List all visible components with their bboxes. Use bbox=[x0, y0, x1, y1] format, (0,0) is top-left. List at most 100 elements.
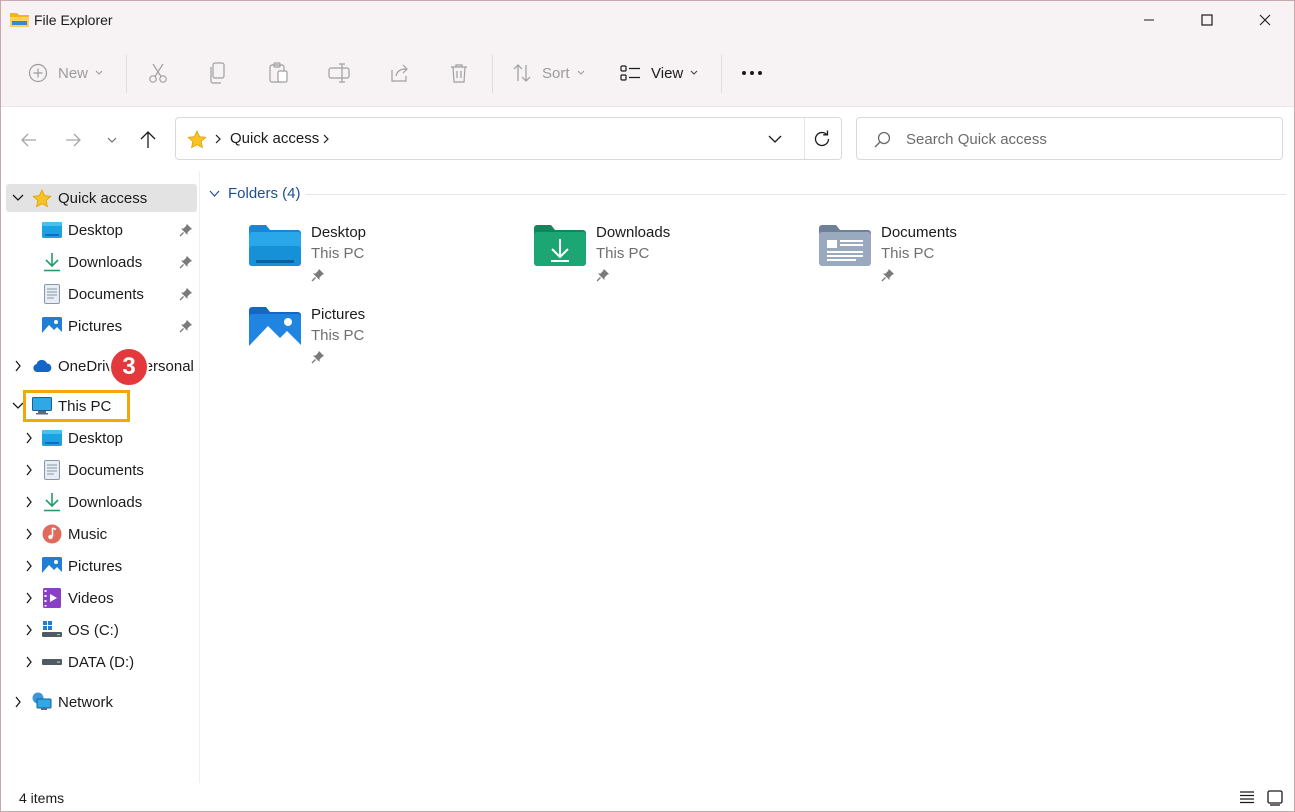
address-divider bbox=[804, 118, 805, 159]
new-button[interactable]: New bbox=[28, 49, 103, 97]
chevron-expanded-icon[interactable] bbox=[12, 192, 24, 204]
search-icon bbox=[874, 131, 891, 151]
folder-name: Documents bbox=[881, 224, 957, 241]
chevron-right-icon[interactable] bbox=[23, 656, 35, 668]
arrow-up-icon bbox=[140, 131, 156, 148]
address-dropdown-icon[interactable] bbox=[768, 132, 782, 149]
desktop-folder-icon bbox=[42, 220, 62, 240]
download-arrow-icon bbox=[42, 252, 62, 272]
sidebar-item-network[interactable]: Network bbox=[6, 688, 197, 716]
pin-icon bbox=[311, 350, 325, 367]
command-separator bbox=[126, 55, 127, 93]
sort-button[interactable]: Sort bbox=[512, 49, 585, 97]
search-box[interactable]: Search Quick access bbox=[856, 117, 1283, 160]
breadcrumb-quick-access[interactable]: Quick access bbox=[230, 130, 319, 147]
address-bar[interactable]: Quick access bbox=[175, 117, 842, 160]
copy-icon bbox=[208, 62, 228, 84]
command-bar: New Sort View bbox=[1, 49, 1294, 97]
pictures-folder-icon bbox=[248, 306, 302, 350]
view-button[interactable]: View bbox=[620, 49, 698, 97]
folders-group-header[interactable]: Folders (4) bbox=[209, 185, 301, 202]
breadcrumb-chevron-icon[interactable] bbox=[322, 130, 330, 151]
chevron-down-icon bbox=[690, 70, 698, 76]
more-options-button[interactable] bbox=[741, 49, 763, 97]
sidebar-item-quick-pictures[interactable]: Pictures bbox=[6, 312, 197, 340]
chevron-right-icon[interactable] bbox=[12, 696, 24, 708]
cut-button[interactable] bbox=[148, 49, 168, 97]
window-chrome: File Explorer New Sort View bbox=[1, 1, 1294, 107]
chevron-right-icon[interactable] bbox=[23, 432, 35, 444]
sidebar-item-pc-downloads[interactable]: Downloads bbox=[6, 488, 197, 516]
sidebar-item-pc-documents[interactable]: Documents bbox=[6, 456, 197, 484]
paste-button[interactable] bbox=[268, 49, 290, 97]
delete-button[interactable] bbox=[448, 49, 470, 97]
document-icon bbox=[42, 284, 62, 304]
close-button[interactable] bbox=[1236, 1, 1294, 39]
large-icons-view-icon[interactable] bbox=[1267, 790, 1285, 806]
chevron-right-icon[interactable] bbox=[23, 624, 35, 636]
downloads-folder-icon bbox=[533, 224, 587, 268]
chevron-right-icon[interactable] bbox=[23, 464, 35, 476]
sidebar-item-pc-music[interactable]: Music bbox=[6, 520, 197, 548]
sidebar-item-label: Pictures bbox=[68, 318, 123, 335]
item-count: 4 items bbox=[19, 790, 65, 806]
folder-tile-downloads[interactable]: Downloads This PC bbox=[533, 224, 803, 294]
up-button[interactable] bbox=[133, 125, 163, 155]
sort-arrows-icon bbox=[512, 63, 532, 83]
maximize-button[interactable] bbox=[1178, 1, 1236, 39]
sidebar-item-label: Network bbox=[58, 694, 114, 711]
back-button[interactable] bbox=[14, 125, 44, 155]
sidebar-item-label: OS (C:) bbox=[68, 622, 119, 639]
breadcrumb-chevron-icon[interactable] bbox=[214, 130, 222, 151]
sort-label: Sort bbox=[542, 64, 570, 82]
sidebar-item-label: Downloads bbox=[68, 254, 143, 271]
folder-tile-desktop[interactable]: Desktop This PC bbox=[248, 224, 518, 294]
download-arrow-icon bbox=[42, 492, 62, 512]
chevron-down-icon bbox=[107, 137, 117, 143]
copy-button[interactable] bbox=[208, 49, 228, 97]
sidebar-item-pc-videos[interactable]: Videos bbox=[6, 584, 197, 612]
details-view-icon[interactable] bbox=[1239, 790, 1257, 806]
sidebar-item-quick-downloads[interactable]: Downloads bbox=[6, 248, 197, 276]
share-icon bbox=[388, 62, 410, 84]
clipboard-icon bbox=[268, 62, 290, 84]
sidebar-item-label: Desktop bbox=[68, 430, 124, 447]
folder-tile-pictures[interactable]: Pictures This PC bbox=[248, 306, 518, 376]
share-button[interactable] bbox=[388, 49, 410, 97]
folder-name: Desktop bbox=[311, 224, 367, 241]
chevron-right-icon[interactable] bbox=[12, 360, 24, 372]
search-placeholder: Search Quick access bbox=[906, 131, 1047, 148]
forward-button[interactable] bbox=[58, 125, 88, 155]
refresh-icon[interactable] bbox=[812, 129, 832, 152]
chevron-right-icon[interactable] bbox=[23, 496, 35, 508]
sidebar-item-quick-access[interactable]: Quick access bbox=[6, 184, 197, 212]
sidebar-item-onedrive[interactable]: OneDrive - Personal bbox=[6, 352, 197, 380]
sidebar-item-pc-pictures[interactable]: Pictures bbox=[6, 552, 197, 580]
documents-folder-icon bbox=[818, 224, 872, 268]
content-pane: Folders (4) Desktop This PC Downloads Th… bbox=[201, 171, 1294, 783]
rename-icon bbox=[328, 62, 350, 84]
folder-location: This PC bbox=[311, 245, 365, 262]
folder-location: This PC bbox=[311, 327, 365, 344]
sidebar-item-label: Documents bbox=[68, 286, 144, 303]
more-dots-icon bbox=[741, 70, 763, 76]
minimize-button[interactable] bbox=[1120, 1, 1178, 39]
chevron-right-icon[interactable] bbox=[23, 528, 35, 540]
chevron-right-icon[interactable] bbox=[23, 560, 35, 572]
command-separator bbox=[492, 55, 493, 93]
sidebar-item-drive-d[interactable]: DATA (D:) bbox=[6, 648, 197, 676]
arrow-right-icon bbox=[66, 133, 81, 147]
sidebar-item-quick-documents[interactable]: Documents bbox=[6, 280, 197, 308]
sidebar-item-label: Quick access bbox=[58, 190, 148, 207]
folder-tile-documents[interactable]: Documents This PC bbox=[818, 224, 1088, 294]
star-icon bbox=[32, 188, 52, 208]
chevron-right-icon[interactable] bbox=[23, 592, 35, 604]
desktop-folder-icon bbox=[248, 224, 302, 268]
scissors-icon bbox=[148, 62, 168, 84]
sidebar-item-quick-desktop[interactable]: Desktop bbox=[6, 216, 197, 244]
recent-locations-button[interactable] bbox=[97, 125, 127, 155]
view-layout-icon bbox=[620, 64, 641, 82]
sidebar-item-drive-c[interactable]: OS (C:) bbox=[6, 616, 197, 644]
rename-button[interactable] bbox=[328, 49, 350, 97]
sidebar-item-pc-desktop[interactable]: Desktop bbox=[6, 424, 197, 452]
